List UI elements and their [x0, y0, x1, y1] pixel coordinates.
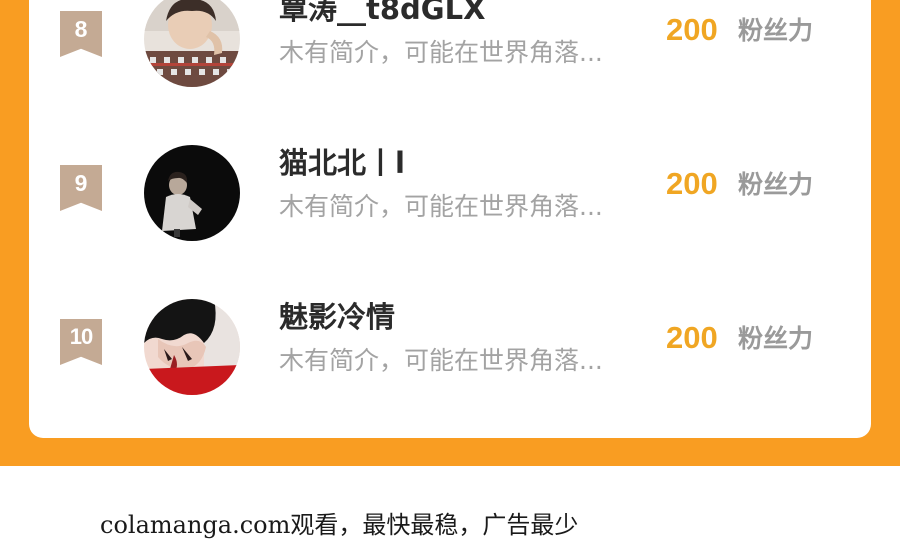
user-avatar[interactable] [144, 299, 240, 395]
fan-score: 200 [666, 166, 718, 201]
user-bio: 木有简介，可能在世界角落... [279, 192, 603, 221]
fan-ranking-card: 8 覃涛__t8dGLX 木有简介，可能在世界角落... 200 粉丝力 9 猫… [29, 0, 871, 438]
fan-score: 200 [666, 12, 718, 47]
rank-badge: 9 [60, 165, 102, 211]
fan-score-unit: 粉丝力 [738, 170, 814, 199]
watermark-caption: colamanga.com观看，最快最稳，广告最少 [100, 511, 579, 539]
user-avatar[interactable] [144, 0, 240, 87]
fan-score: 200 [666, 320, 718, 355]
user-name[interactable]: 魅影冷情 [279, 299, 395, 335]
user-avatar[interactable] [144, 145, 240, 241]
fan-score-unit: 粉丝力 [738, 324, 814, 353]
rank-badge: 8 [60, 11, 102, 57]
rank-badge: 10 [60, 319, 102, 365]
user-bio: 木有简介，可能在世界角落... [279, 346, 603, 375]
ranking-row[interactable]: 8 覃涛__t8dGLX 木有简介，可能在世界角落... 200 粉丝力 [29, 0, 871, 109]
fan-score-unit: 粉丝力 [738, 16, 814, 45]
ranking-row[interactable]: 10 魅影冷情 木有简介，可能在世界角落... 200 粉丝力 [29, 299, 871, 417]
user-name[interactable]: 猫北北丨l [279, 145, 405, 181]
user-bio: 木有简介，可能在世界角落... [279, 38, 603, 67]
ranking-row[interactable]: 9 猫北北丨l 木有简介，可能在世界角落... 200 粉丝力 [29, 145, 871, 263]
user-name[interactable]: 覃涛__t8dGLX [279, 0, 485, 27]
